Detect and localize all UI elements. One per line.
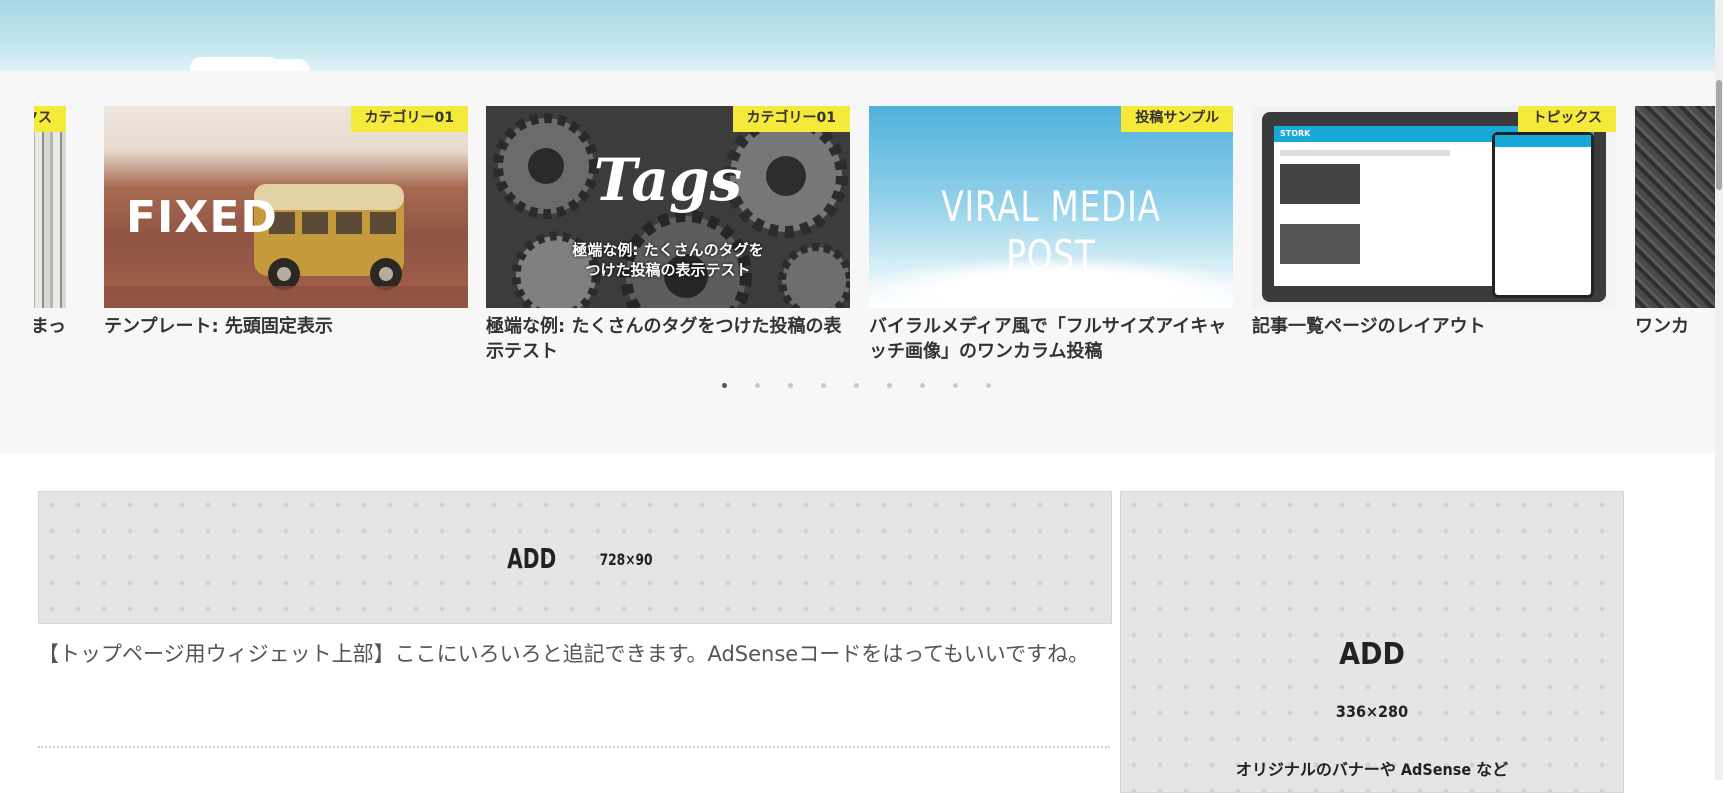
slider-card[interactable]: FIXED カテゴリー01 テンプレート: 先頭固定表示: [104, 106, 468, 339]
thumb-viral-text: VIRAL MEDIA POST: [941, 182, 1161, 280]
category-badge[interactable]: トピックス: [34, 106, 66, 132]
divider: [38, 746, 1110, 748]
card-thumbnail[interactable]: VIRAL MEDIA POST 投稿サンプル: [869, 106, 1233, 308]
card-title[interactable]: 極端な例: たくさんのタグをつけた投稿の表示テスト: [486, 314, 850, 364]
card-title[interactable]: ワンカ: [1635, 314, 1715, 339]
slider-card[interactable]: Tags 極端な例: たくさんのタグを つけた投稿の表示テスト カテゴリー01 …: [486, 106, 850, 364]
pagination-dot[interactable]: [755, 383, 760, 388]
header-sky-banner: [0, 0, 1723, 71]
thumb-caption-line: つけた投稿の表示テスト: [585, 261, 751, 279]
page-scrollbar[interactable]: [1715, 0, 1723, 780]
featured-slider-section: トピックス まっ FIXED: [0, 71, 1715, 453]
category-badge[interactable]: 投稿サンプル: [1121, 106, 1233, 132]
card-title[interactable]: バイラルメディア風で「フルサイズアイキャッチ画像」のワンカラム投稿: [869, 314, 1233, 364]
pagination-dot[interactable]: [986, 383, 991, 388]
screen-line: [1280, 150, 1450, 156]
ad-banner-728x90[interactable]: ADD 728×90: [38, 491, 1112, 624]
pagination-dot[interactable]: [953, 383, 958, 388]
slider-card[interactable]: STORK トピックス 記事一覧ページのレイアウト: [1252, 106, 1616, 339]
card-title[interactable]: テンプレート: 先頭固定表示: [104, 314, 468, 339]
pagination-dot[interactable]: [722, 383, 727, 388]
ad-add-label: ADD: [1339, 637, 1405, 672]
thumb-fixed-text: FIXED: [126, 192, 278, 243]
pagination-dot[interactable]: [887, 383, 892, 388]
slider-card[interactable]: ワンカ: [1635, 106, 1715, 339]
scrollbar-thumb[interactable]: [1716, 80, 1722, 190]
ad-add-label: ADD: [507, 542, 557, 575]
category-badge[interactable]: カテゴリー01: [732, 106, 850, 132]
ad-caption: オリジナルのバナーや AdSense など: [1235, 760, 1509, 779]
slider-card[interactable]: トピックス まっ: [34, 106, 66, 339]
card-thumbnail[interactable]: [1635, 106, 1715, 308]
featured-slider[interactable]: トピックス まっ FIXED: [34, 106, 1715, 366]
widget-top-text: 【トップページ用ウィジェット上部】ここにいろいろと追記できます。AdSenseコ…: [38, 642, 1090, 666]
card-title[interactable]: 記事一覧ページのレイアウト: [1252, 314, 1616, 339]
category-badge[interactable]: カテゴリー01: [350, 106, 468, 132]
pagination-dot[interactable]: [788, 383, 793, 388]
ad-size-label: 336×280: [1335, 702, 1409, 721]
pagination-dot[interactable]: [821, 383, 826, 388]
phone-mockup: [1492, 132, 1594, 298]
pagination-dot[interactable]: [920, 383, 925, 388]
category-badge[interactable]: トピックス: [1518, 106, 1616, 132]
card-title[interactable]: まっ: [34, 314, 66, 339]
phone-header: [1495, 135, 1591, 147]
card-thumbnail[interactable]: STORK トピックス: [1252, 106, 1616, 308]
ad-banner-336x280[interactable]: ADD 336×280 オリジナルのバナーや AdSense など: [1120, 491, 1624, 793]
card-thumbnail[interactable]: Tags 極端な例: たくさんのタグを つけた投稿の表示テスト カテゴリー01: [486, 106, 850, 308]
card-thumbnail[interactable]: トピックス: [34, 106, 66, 308]
cloud: [250, 59, 310, 71]
card-thumbnail[interactable]: FIXED カテゴリー01: [104, 106, 468, 308]
ad-size-label: 728×90: [599, 550, 653, 569]
thumb-caption-line: 極端な例: たくさんのタグを: [572, 241, 764, 259]
screen-thumb: [1280, 224, 1360, 264]
laptop-frame: STORK: [1262, 112, 1606, 302]
thumb-caption: 極端な例: たくさんのタグを つけた投稿の表示テスト: [486, 240, 850, 280]
screen-thumb: [1280, 164, 1360, 204]
slider-card[interactable]: VIRAL MEDIA POST 投稿サンプル バイラルメディア風で「フルサイズ…: [869, 106, 1233, 364]
pagination-dot[interactable]: [854, 383, 859, 388]
thumb-tags-text: Tags: [593, 146, 743, 214]
